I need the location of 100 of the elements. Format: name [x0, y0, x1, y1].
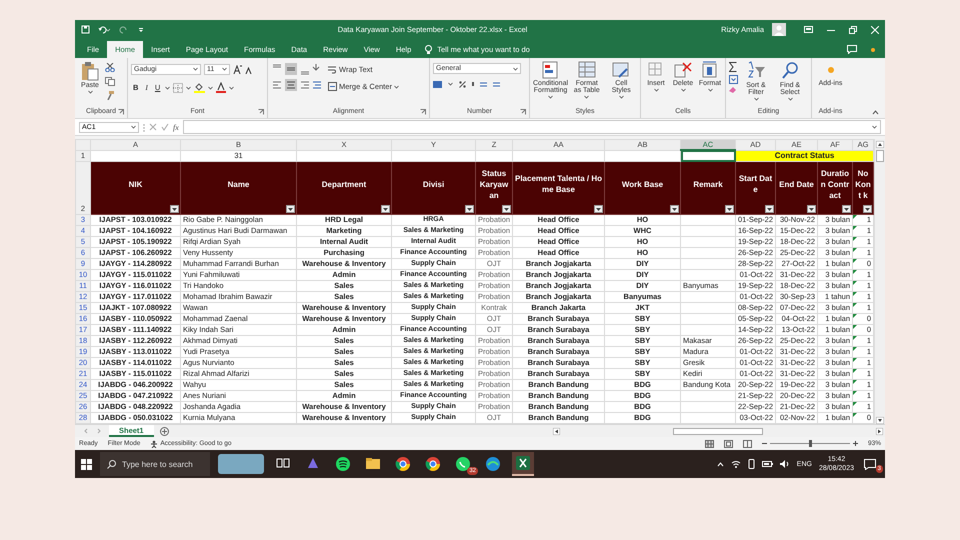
error-indicator-icon	[853, 314, 857, 318]
ribbon-display-icon	[804, 26, 813, 33]
cut-icon	[105, 63, 115, 72]
dropdown-arrow-icon	[172, 208, 177, 210]
dialog-launcher-icon	[258, 109, 264, 115]
caret-icon	[229, 86, 234, 90]
column-header-label: Duration Contract	[820, 168, 850, 200]
zoom-out-icon	[762, 441, 767, 446]
caret-icon	[222, 67, 227, 71]
filter-button[interactable]	[502, 205, 511, 213]
scroll-left-icon	[553, 428, 560, 434]
column-header-label: Department	[322, 180, 366, 188]
caret-icon	[654, 88, 658, 92]
error-indicator-icon	[853, 336, 857, 340]
formula-input[interactable]	[182, 120, 881, 134]
dot-icon	[871, 48, 875, 52]
dropdown-arrow-icon	[504, 208, 509, 210]
music-app-icon	[335, 456, 351, 472]
caret-icon	[165, 86, 170, 90]
restore-icon	[849, 26, 857, 34]
dialog-launcher-icon	[118, 109, 124, 115]
chat-bubble-icon	[455, 456, 471, 472]
column-header-label: Remark	[693, 180, 723, 188]
error-indicator-icon	[853, 237, 857, 241]
merge-cells-icon	[328, 82, 337, 91]
column-header-label: Name	[228, 180, 250, 188]
column-header-label: No Kont k	[855, 168, 871, 200]
zoom-in-icon	[852, 441, 858, 446]
dropdown-arrow-icon	[727, 208, 732, 210]
error-indicator-icon	[853, 292, 857, 296]
wrap-text-icon	[328, 65, 337, 74]
error-indicator-icon	[853, 369, 857, 373]
filter-button[interactable]	[807, 205, 816, 213]
start-icon	[81, 458, 92, 470]
fill-icon	[729, 75, 738, 84]
caret-icon	[872, 125, 877, 129]
scroll-down-icon	[876, 417, 884, 424]
filter-button[interactable]	[863, 205, 872, 213]
close-icon	[871, 26, 879, 34]
caret-icon	[680, 88, 686, 92]
caret-icon	[131, 125, 136, 129]
undo-icon	[98, 26, 110, 34]
error-indicator-icon	[853, 281, 857, 285]
sheet-nav-icon	[83, 428, 103, 434]
search-icon	[780, 61, 800, 81]
error-indicator-icon	[853, 259, 857, 263]
horizontal-align-icons	[271, 79, 323, 91]
fill-color-icon	[194, 82, 206, 93]
browser-icon	[425, 456, 441, 472]
delete-grid-icon	[673, 61, 693, 79]
filter-button[interactable]	[594, 205, 603, 213]
column-header-label: Work Base	[622, 180, 664, 188]
zoom-slider-thumb[interactable]	[808, 440, 812, 447]
caret-icon	[584, 95, 590, 99]
caret-icon	[548, 95, 554, 99]
page-layout-view-icon	[724, 440, 733, 448]
column-header-label: Placement Talenta / Home Base	[515, 174, 602, 194]
taskbar-search-field[interactable]: Type here to search	[100, 452, 210, 476]
wave-browser-icon	[485, 456, 501, 472]
error-indicator-icon	[853, 270, 857, 274]
error-indicator-icon	[853, 325, 857, 329]
column-header-label: Start Date	[738, 174, 772, 194]
clipboard-icon	[81, 61, 99, 81]
caret-icon	[513, 66, 518, 70]
phone-icon	[748, 459, 755, 469]
increase-decimal-icon	[480, 82, 487, 86]
filter-button[interactable]	[725, 205, 734, 213]
error-indicator-icon	[853, 347, 857, 351]
percent-icon	[459, 80, 466, 88]
folder-icon	[365, 456, 381, 472]
error-indicator-icon	[853, 248, 857, 252]
filter-button[interactable]	[465, 205, 474, 213]
caret-icon	[186, 86, 192, 90]
copy-icon	[105, 77, 115, 86]
caret-icon	[754, 97, 758, 101]
filter-button[interactable]	[670, 205, 679, 213]
dropdown-arrow-icon	[672, 208, 677, 210]
filter-button[interactable]	[842, 205, 851, 213]
caret-icon	[88, 90, 92, 94]
format-painter-icon	[105, 91, 115, 100]
scroll-up-icon	[876, 141, 884, 148]
column-header-label: End Date	[779, 180, 814, 188]
accessibility-icon	[150, 440, 158, 448]
browser-icon	[395, 456, 411, 472]
add-sheet-icon	[160, 426, 169, 436]
spreadsheet-app-button[interactable]	[512, 452, 534, 476]
caret-icon	[193, 67, 198, 71]
insert-function-button[interactable]: fx	[173, 122, 179, 132]
column-header-label: NIK	[128, 180, 142, 188]
filter-button[interactable]	[381, 205, 390, 213]
filter-button[interactable]	[170, 205, 179, 213]
decrease-decimal-icon	[493, 82, 500, 86]
filter-button[interactable]	[286, 205, 295, 213]
filter-button[interactable]	[765, 205, 774, 213]
caret-icon	[394, 84, 399, 88]
dropdown-arrow-icon	[865, 208, 870, 210]
customize-icon	[138, 26, 144, 32]
collapse-ribbon-icon	[872, 110, 879, 115]
caret-icon	[448, 82, 453, 86]
avatar-icon	[772, 23, 786, 36]
